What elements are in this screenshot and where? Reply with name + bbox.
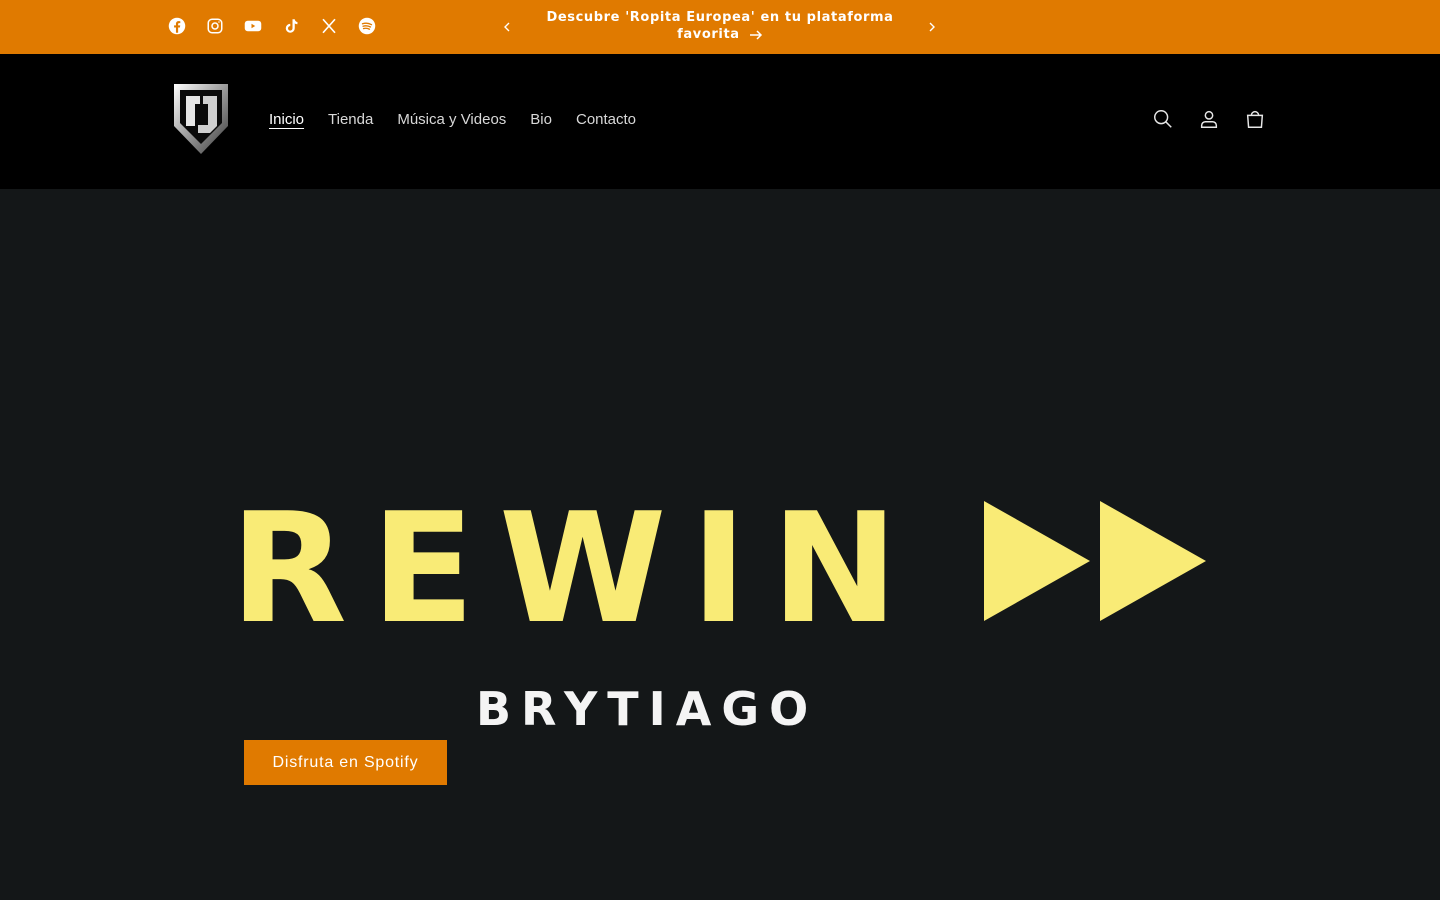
x-icon[interactable]	[318, 15, 340, 37]
announcement-prev-button[interactable]	[495, 15, 519, 39]
nav-tienda[interactable]: Tienda	[328, 109, 373, 131]
chevron-left-icon	[504, 22, 510, 32]
social-links	[166, 15, 378, 37]
tiktok-icon[interactable]	[280, 15, 302, 37]
announcement-bar: Descubre 'Ropita Europea' en tu platafor…	[0, 0, 1440, 54]
spotify-cta-button[interactable]: Disfruta en Spotify	[244, 740, 447, 785]
main-nav: Inicio Tienda Música y Videos Bio Contac…	[269, 109, 636, 131]
account-icon[interactable]	[1196, 106, 1222, 132]
nav-musica-y-videos[interactable]: Música y Videos	[397, 109, 506, 131]
announcement-text: Descubre 'Ropita Europea' en tu platafor…	[546, 10, 894, 42]
header-actions	[1150, 106, 1268, 132]
hero-title: REWIN	[230, 480, 923, 657]
facebook-icon[interactable]	[166, 15, 188, 37]
nav-inicio[interactable]: Inicio	[269, 109, 304, 131]
site-header: Inicio Tienda Música y Videos Bio Contac…	[0, 54, 1440, 189]
brand-shield-logo[interactable]	[168, 78, 234, 158]
instagram-icon[interactable]	[204, 15, 226, 37]
arrow-right-icon	[749, 29, 762, 40]
cart-icon[interactable]	[1242, 106, 1268, 132]
youtube-icon[interactable]	[242, 15, 264, 37]
nav-bio[interactable]: Bio	[530, 109, 552, 131]
search-icon[interactable]	[1150, 106, 1176, 132]
announcement-next-button[interactable]	[920, 15, 944, 39]
spotify-icon[interactable]	[356, 15, 378, 37]
announcement-link[interactable]: Descubre 'Ropita Europea' en tu platafor…	[540, 9, 900, 43]
hero-banner: REWIN BRYTIAGO Disfruta en Spotify	[0, 189, 1440, 900]
artist-logo: BRYTIAGO	[476, 682, 819, 736]
hero-artwork: REWIN BRYTIAGO	[230, 480, 1210, 749]
nav-contacto[interactable]: Contacto	[576, 109, 636, 131]
fast-forward-icon	[984, 501, 1206, 621]
chevron-right-icon	[929, 22, 935, 32]
